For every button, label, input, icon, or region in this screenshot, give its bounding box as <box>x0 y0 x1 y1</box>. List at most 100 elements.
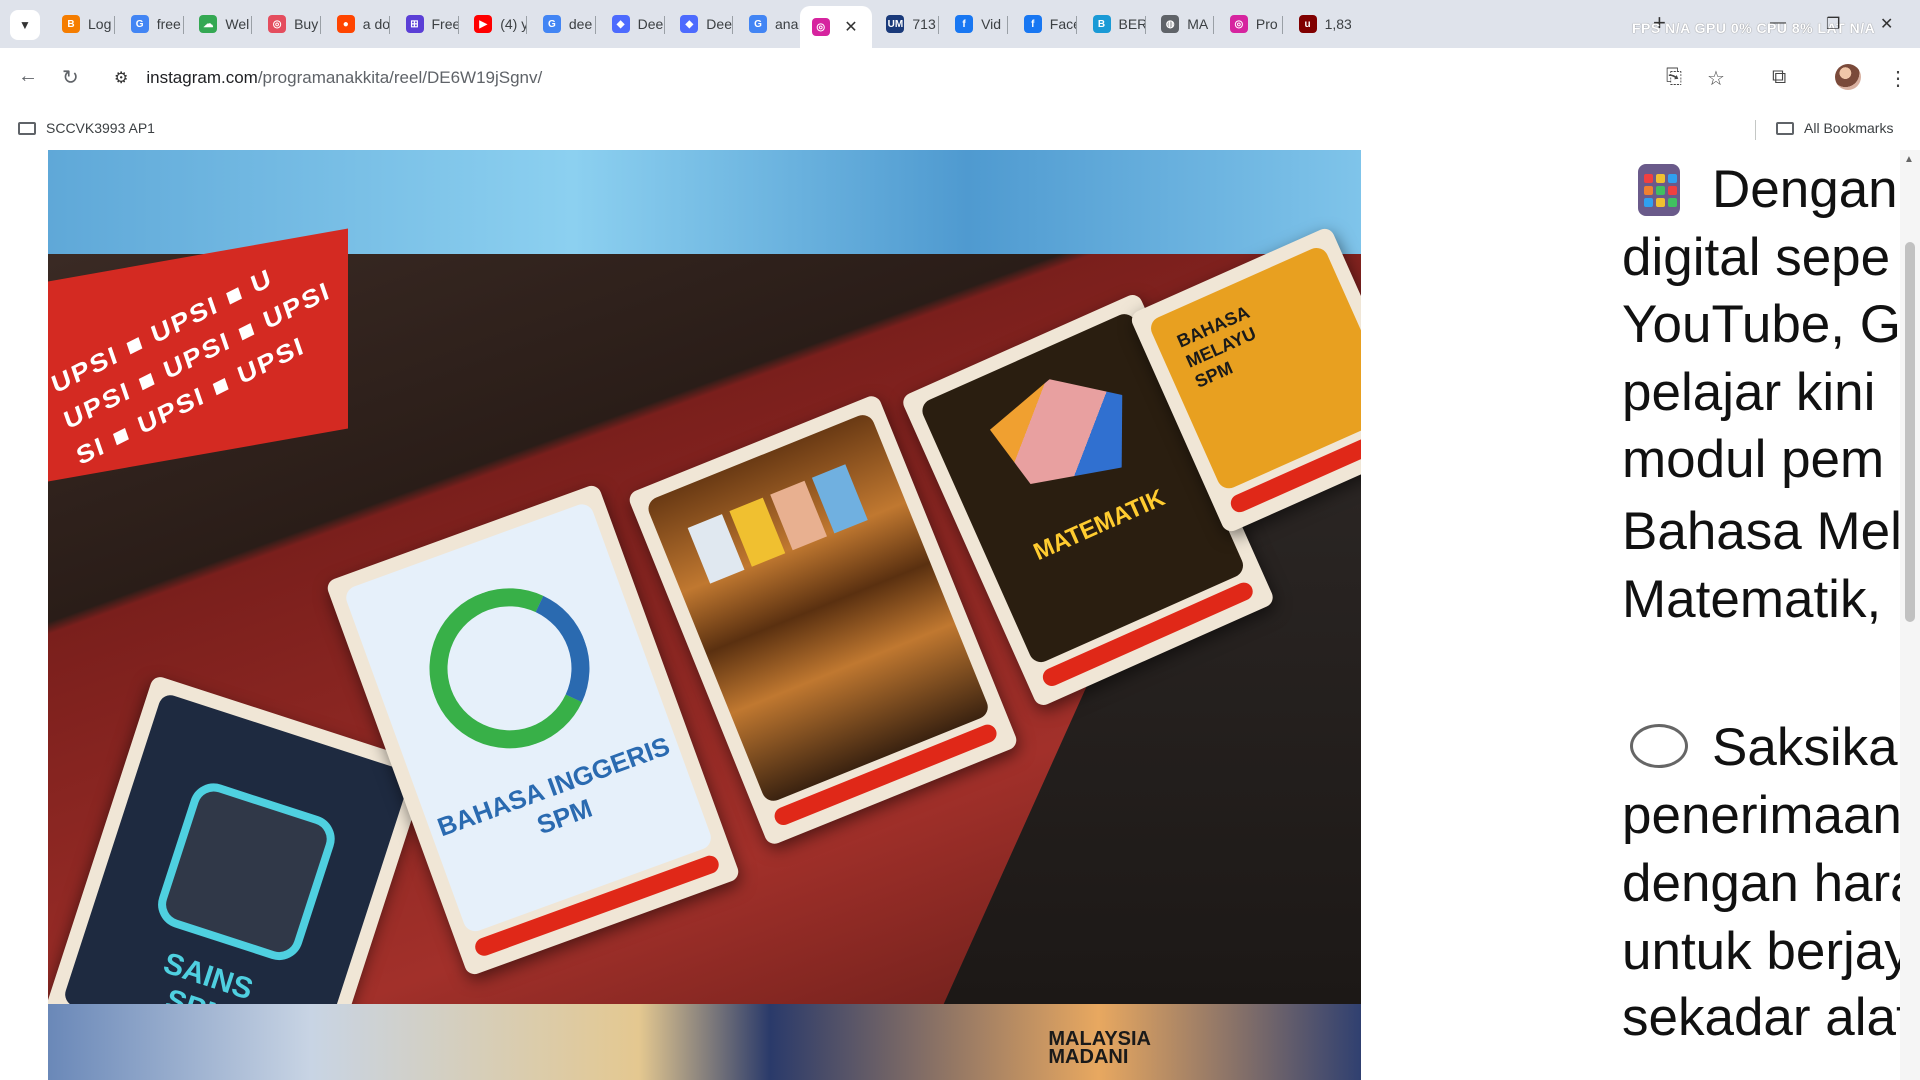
browser-tab[interactable]: ☁ Wel <box>187 6 251 42</box>
tab-separator <box>320 16 322 34</box>
tab-separator <box>251 16 253 34</box>
browser-tab[interactable]: f Vid <box>943 6 1007 42</box>
emoji-cell <box>1668 186 1677 195</box>
tab-separator <box>388 16 390 34</box>
tab-title: MA <box>1187 16 1209 32</box>
close-window-button[interactable]: ✕ <box>1880 14 1893 34</box>
abacus-emoji-icon <box>1638 164 1680 216</box>
reel-caption: Dengan digital sepe YouTube, Go pelajar … <box>1622 150 1900 1080</box>
reload-button[interactable]: ↻ <box>62 65 79 90</box>
browser-tab[interactable]: ▶ (4) y <box>462 6 526 42</box>
back-button[interactable]: ← <box>18 65 38 88</box>
tab-separator <box>732 16 734 34</box>
tab-title: Vid <box>981 16 1002 32</box>
tab-strip: ▼ B Log Gfree ☁ Wel ◎ Buy ● a do ⊞ Free ▶ (4) y Gdee ◆… <box>0 0 1920 48</box>
scroll-up-arrow-icon[interactable]: ▲ <box>1904 154 1914 165</box>
tab-separator <box>1007 16 1009 34</box>
bookmarks-bar: SCCVK3993 AP1 All Bookmarks <box>0 110 1920 150</box>
tab-title: Log <box>88 16 112 32</box>
tab-title: Dee <box>637 16 664 32</box>
browser-tab[interactable]: Gdee <box>531 6 595 42</box>
extensions-icon[interactable]: ⧉ <box>1772 66 1786 89</box>
tab-title: (4) y <box>500 16 527 32</box>
browser-tab[interactable]: ⊞ Free <box>394 6 458 42</box>
emoji-cell <box>1644 186 1653 195</box>
tab-separator <box>457 16 459 34</box>
url-path: /programanakkita/reel/DE6W19jSgnv/ <box>257 68 543 87</box>
tab-separator <box>663 16 665 34</box>
browser-tab[interactable]: Gana <box>737 6 801 42</box>
geometric-shapes <box>967 355 1149 517</box>
tab-separator <box>1144 16 1146 34</box>
restore-button[interactable]: ❐ <box>1826 14 1840 34</box>
caption-line: Bahasa Mel <box>1622 502 1900 561</box>
url-text[interactable]: instagram.com/programanakkita/reel/DE6W1… <box>146 68 542 88</box>
emoji-cell <box>1668 198 1677 207</box>
minimize-button[interactable]: — <box>1770 14 1786 32</box>
caption-line: untuk berjay <box>1622 922 1900 981</box>
emoji-cell <box>1656 198 1665 207</box>
browser-tab[interactable]: UM 713 <box>874 6 938 42</box>
browser-tab[interactable]: f Face <box>1012 6 1076 42</box>
speech-bubble-icon <box>1630 724 1688 768</box>
browser-tab[interactable]: u 1,83 <box>1287 6 1351 42</box>
emoji-cell <box>1644 174 1653 183</box>
browser-tab[interactable]: ◍ MA <box>1149 6 1213 42</box>
address-bar[interactable]: ⚙ instagram.com/programanakkita/reel/DE6… <box>108 58 1668 98</box>
tab-title: 713 <box>912 16 936 32</box>
caption-line: modul pem <box>1622 430 1885 489</box>
tab-title: Face <box>1049 16 1076 32</box>
url-host: instagram.com <box>146 68 258 87</box>
tab-title: ana <box>775 16 799 32</box>
browser-toolbar: ← ↻ ⚙ instagram.com/programanakkita/reel… <box>0 48 1920 110</box>
profile-avatar[interactable] <box>1835 64 1861 90</box>
tab-separator <box>114 16 115 34</box>
folder-icon <box>18 121 36 135</box>
video-background-sky <box>48 150 1361 254</box>
browser-tab[interactable]: ◆ Dee <box>600 6 664 42</box>
page-scrollbar[interactable]: ▲ <box>1900 150 1920 1080</box>
bookmark-folder-sccvk[interactable]: SCCVK3993 AP1 <box>18 120 155 136</box>
page-content: UPSI ■ UPSI ■ U UPSI ■ UPSI ■ UPSI SI ■ … <box>0 150 1920 1080</box>
tab-separator <box>1281 16 1283 34</box>
caption-line: Matematik, <box>1622 570 1882 629</box>
tab-title: Free <box>431 16 458 32</box>
browser-tab[interactable]: ● a do <box>325 6 389 42</box>
all-bookmarks-button[interactable]: All Bookmarks <box>1776 120 1893 136</box>
tab-search-button[interactable]: ▼ <box>10 10 40 40</box>
tab-separator <box>526 16 528 34</box>
folder-icon <box>1776 121 1794 135</box>
caption-line: Dengan <box>1712 160 1898 219</box>
tab-title: Wel <box>225 16 250 32</box>
site-settings-icon[interactable]: ⚙ <box>114 68 128 88</box>
caption-line: pelajar kini <box>1622 363 1876 422</box>
tab-separator <box>1213 16 1215 34</box>
browser-tab[interactable]: ◎ Pro <box>1218 6 1282 42</box>
tab-title: Dee <box>706 16 732 32</box>
browser-tab[interactable]: B Log <box>50 6 114 42</box>
browser-tab[interactable]: Gfree <box>119 6 183 42</box>
browser-tab[interactable]: B BER <box>1081 6 1145 42</box>
bookmark-star-icon[interactable]: ☆ <box>1707 66 1725 91</box>
install-app-icon[interactable]: ⎘ <box>1666 66 1682 89</box>
arrow-left-icon: ← <box>18 65 38 87</box>
deepseek-icon: ◆ <box>611 15 630 33</box>
chevron-down-icon: ▼ <box>19 18 31 32</box>
caption-line: Saksikan <box>1712 718 1900 777</box>
browser-tab[interactable]: ◎ ✕ <box>799 6 872 48</box>
browser-tab[interactable]: ◎ Buy <box>256 6 320 42</box>
reel-video[interactable]: UPSI ■ UPSI ■ U UPSI ■ UPSI ■ UPSI SI ■ … <box>48 150 1361 1080</box>
scrollbar-thumb[interactable] <box>1905 242 1915 622</box>
emoji-cell <box>1656 186 1665 195</box>
malaysia-madani-banner: MALAYSIA MADANI <box>48 1004 1361 1080</box>
app-icon: ⊞ <box>405 15 424 33</box>
tab-separator <box>594 16 596 34</box>
emoji-cell <box>1656 174 1665 183</box>
menu-kebab-icon[interactable]: ⋮ <box>1888 66 1908 91</box>
instagram-icon: ◎ <box>1229 15 1248 33</box>
youtube-icon: ▶ <box>474 15 493 33</box>
facebook-icon: f <box>955 15 974 33</box>
close-tab-icon[interactable]: ✕ <box>844 17 857 37</box>
caption-line: YouTube, Go <box>1622 295 1900 354</box>
browser-tab[interactable]: ◆ Dee <box>668 6 732 42</box>
